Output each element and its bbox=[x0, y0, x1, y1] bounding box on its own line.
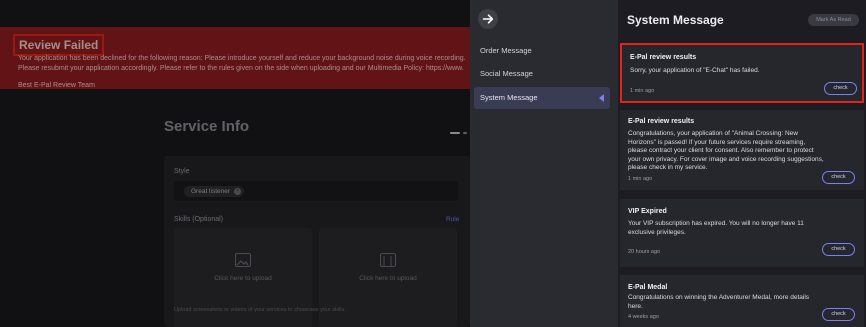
message-title: E-Pal Medal bbox=[628, 284, 668, 291]
back-button[interactable] bbox=[478, 9, 498, 29]
message-card[interactable]: E-Pal review results Congratulations, yo… bbox=[620, 110, 864, 190]
check-button[interactable]: check bbox=[822, 308, 855, 321]
message-time: 1 min ago bbox=[630, 88, 655, 94]
service-page: Review Failed Your application has been … bbox=[0, 0, 470, 327]
message-card[interactable]: VIP Expired Your VIP subscription has ex… bbox=[620, 199, 864, 267]
active-indicator-icon bbox=[599, 94, 604, 102]
message-title: E-Pal review results bbox=[628, 118, 695, 125]
message-card[interactable]: E-Pal Medal Congratulations on winning t… bbox=[620, 275, 864, 327]
check-button[interactable]: check bbox=[822, 243, 855, 256]
message-body: Your VIP subscription has expired. You w… bbox=[628, 220, 804, 236]
nav-order-message[interactable]: Order Message bbox=[474, 40, 610, 62]
nav-system-message[interactable]: System Message bbox=[474, 87, 610, 109]
arrow-right-icon bbox=[482, 14, 494, 24]
modal-overlay[interactable] bbox=[0, 0, 470, 327]
check-button[interactable]: check bbox=[824, 82, 857, 95]
message-title: E-Pal review results bbox=[630, 54, 697, 61]
message-title: VIP Expired bbox=[628, 208, 667, 215]
check-button[interactable]: check bbox=[822, 171, 855, 184]
message-body: Sorry, your application of "E-Chat" has … bbox=[630, 67, 760, 74]
message-body: Congratulations on winning the Adventure… bbox=[628, 294, 810, 310]
message-time: 20 hours ago bbox=[628, 249, 661, 255]
nav-social-message[interactable]: Social Message bbox=[474, 63, 610, 85]
message-time: 4 weeks ago bbox=[628, 314, 659, 320]
message-time: 1 min ago bbox=[628, 176, 653, 182]
message-body: Congratulations, your application of "An… bbox=[628, 130, 824, 171]
nav-system-message-label: System Message bbox=[480, 93, 538, 102]
mark-as-read-button[interactable]: Mark As Read bbox=[808, 14, 859, 26]
message-card[interactable]: E-Pal review results Sorry, your applica… bbox=[620, 43, 864, 103]
panel-title: System Message bbox=[627, 13, 724, 27]
